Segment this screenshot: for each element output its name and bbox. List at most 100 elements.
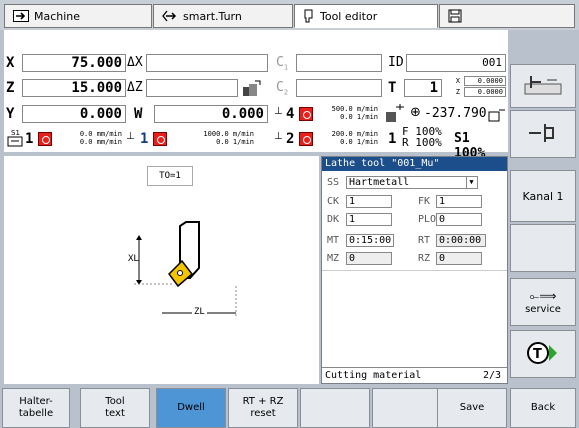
id-label: ID [388, 55, 404, 70]
spindle-4-stop-icon [299, 107, 313, 121]
rt-field: 0:00:00 [436, 234, 486, 247]
y-value: 0.000 [22, 105, 126, 123]
tab-smart-turn[interactable]: smart.Turn [153, 4, 293, 28]
softkey-empty-5[interactable] [300, 388, 370, 428]
spindle-icon: ⊥ [126, 131, 135, 142]
xl-dimension-label: XL [128, 254, 139, 264]
tool-mode-icon: T [525, 340, 561, 369]
ss-value: Hartmetall [349, 177, 410, 188]
holder-icon [523, 120, 563, 149]
spindle-1-number: 1 [140, 131, 149, 147]
spindle-2-rate: 200.0 m/min 0.0 1/min [331, 130, 378, 146]
spindle-icon: ⊥ [274, 106, 283, 117]
softkey-save[interactable]: Save [437, 388, 507, 428]
spindle-1-rate: 1000.0 m/min 0.0 1/min [203, 130, 254, 146]
delta-z-label: ΔZ [127, 80, 143, 95]
delta-z-value [146, 79, 238, 97]
softkey-tool-text[interactable]: Tool text [80, 388, 150, 428]
mt-label: MT [327, 235, 340, 246]
ss-label: SS [327, 177, 340, 188]
zl-dimension-label: ZL [192, 307, 207, 317]
cutting-material-select[interactable]: Hartmetall ▼ [346, 176, 478, 189]
feed-override: F 100% R 100% [402, 125, 442, 149]
y-axis-label: Y [6, 106, 15, 122]
angle-value: -237.790 [424, 106, 487, 121]
spindle-2-stop-icon [299, 132, 313, 146]
x-axis-label: X [6, 55, 15, 71]
tab-label: Machine [34, 9, 81, 23]
form-divider [322, 270, 507, 271]
position-display: X 75.000 ΔX C1 ID 001 Z 15.000 ΔZ C2 T 1… [4, 30, 508, 161]
softkey-empty-1[interactable] [510, 224, 576, 272]
softkey-service[interactable]: ⟜⟹ service [510, 278, 576, 326]
tab-save[interactable] [439, 4, 575, 28]
tool-drawing [134, 221, 237, 318]
softkey-back[interactable]: Back [510, 388, 576, 428]
spindle-1-stop-icon [153, 132, 167, 146]
status-text: Cutting material [325, 370, 422, 381]
fk-field[interactable]: 1 [436, 195, 482, 208]
c2-value [296, 79, 382, 97]
feed-number: 1 [388, 131, 397, 147]
mt-field[interactable]: 0:15:00 [346, 234, 394, 247]
rt-label: RT [418, 235, 431, 246]
s1-feed: 0.0 mm/min 0.0 mm/min [79, 130, 122, 146]
spindle-4-rate: 500.0 m/min 0.0 1/min [331, 105, 378, 121]
tool-z-label: Z [455, 88, 460, 96]
tool-z-offset: 0.0000 [464, 87, 506, 97]
tool-holder-icon [303, 9, 315, 23]
tab-tool-editor[interactable]: Tool editor [294, 4, 438, 28]
softkey-rt-rz-reset[interactable]: RT + RZ reset [228, 388, 298, 428]
diamond-arrow-icon [162, 10, 178, 22]
z-value: 15.000 [22, 79, 126, 97]
s1-icon: S1 [6, 128, 24, 152]
form-status-bar: Cutting material 2/3 [322, 367, 507, 383]
spindle-icon: ⊥ [274, 131, 283, 142]
dk-field[interactable]: 1 [346, 213, 392, 226]
softkey-tool-mode[interactable]: T [510, 330, 576, 378]
chevron-down-icon[interactable]: ▼ [466, 177, 476, 188]
chuck-icon [241, 79, 263, 101]
spindle-4-number: 4 [286, 106, 295, 122]
plo-field[interactable]: 0 [436, 213, 482, 226]
softkey-empty-6[interactable] [372, 388, 442, 428]
t-label: T [388, 80, 397, 96]
tab-label: Tool editor [320, 9, 378, 23]
rz-label: RZ [418, 253, 431, 264]
tab-label: smart.Turn [183, 9, 242, 23]
delta-x-label: ΔX [127, 55, 143, 70]
save-icon [448, 9, 462, 23]
c1-value [296, 54, 382, 72]
ck-label: CK [327, 196, 340, 207]
slide-icon [488, 107, 506, 126]
form-title: Lathe tool "001_Mu" [322, 157, 507, 171]
s1-stop-icon [38, 132, 52, 146]
angle-icon: ⊕ [410, 105, 421, 120]
tool-x-label: X [455, 77, 460, 85]
tool-form: Lathe tool "001_Mu" SS Hartmetall ▼ CK 1… [321, 156, 508, 384]
mz-label: MZ [327, 253, 340, 264]
tool-view-icon [523, 72, 563, 101]
wrench-icon: ⟜⟹ [529, 289, 557, 303]
mz-field[interactable]: 0 [346, 252, 392, 265]
tab-machine[interactable]: Machine [4, 4, 152, 28]
fk-label: FK [418, 196, 431, 207]
tool-x-offset: 0.0000 [464, 76, 506, 86]
softkey-holder-view[interactable] [510, 110, 576, 158]
rz-field: 0 [436, 252, 482, 265]
z-axis-label: Z [6, 80, 15, 96]
c1-label: C1 [276, 55, 289, 72]
delta-x-value [146, 54, 268, 72]
arrow-right-icon [13, 10, 29, 22]
w-axis-label: W [134, 106, 143, 122]
x-value: 75.000 [22, 54, 126, 72]
spindle-2-number: 2 [286, 131, 295, 147]
c2-label: C2 [276, 80, 289, 97]
softkey-dwell[interactable]: Dwell [156, 388, 226, 428]
softkey-tool-view[interactable] [510, 64, 576, 108]
service-label: service [525, 304, 561, 315]
softkey-halter-tabelle[interactable]: Halter- tabelle [2, 388, 70, 428]
svg-text:S1: S1 [11, 129, 20, 137]
softkey-kanal[interactable]: Kanal 1 [510, 170, 576, 222]
ck-field[interactable]: 1 [346, 195, 392, 208]
